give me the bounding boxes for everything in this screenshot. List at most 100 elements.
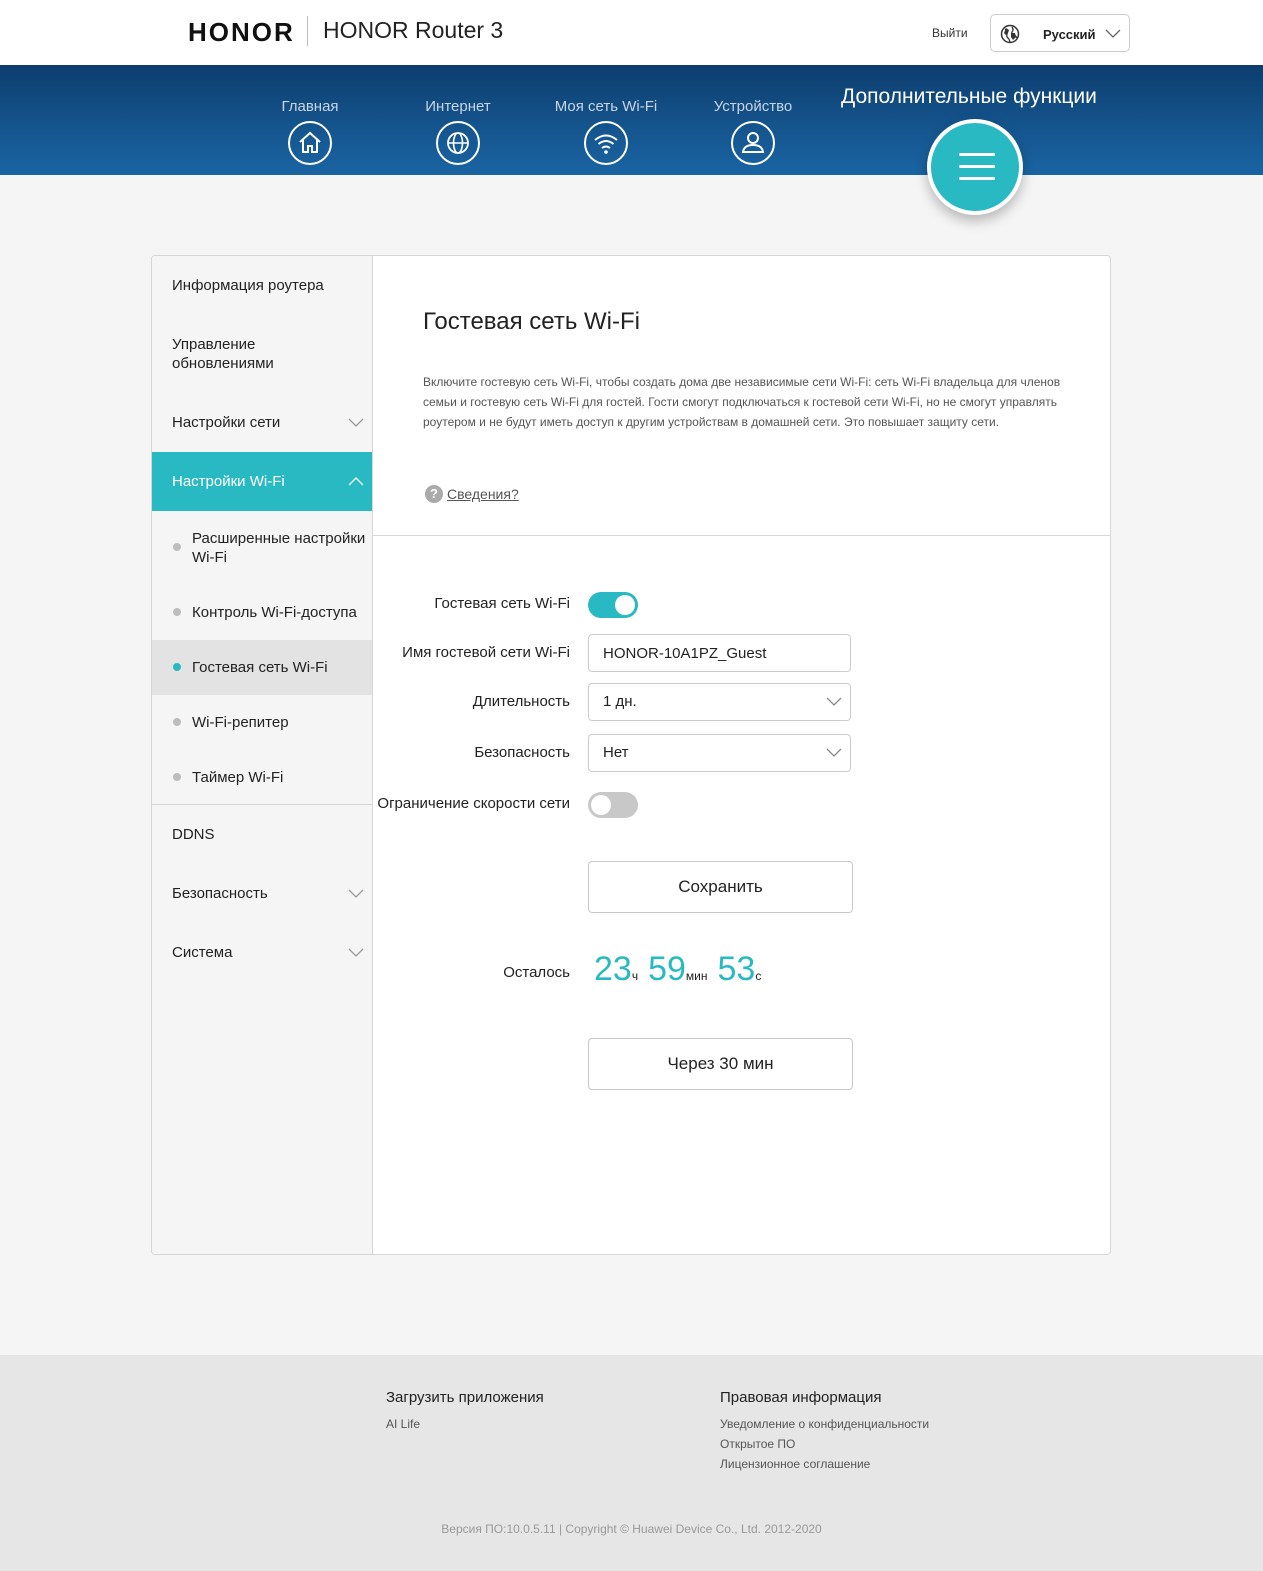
nav-internet-label: Интернет [425, 98, 491, 115]
wifi-icon [584, 121, 628, 165]
sidebar-subitem-wifi-repeater[interactable]: Wi-Fi-репитер [152, 695, 372, 750]
sidebar-item-label: Система [172, 944, 233, 961]
chevron-up-icon [348, 477, 364, 486]
sidebar-item-label: Безопасность [172, 885, 268, 902]
help-icon: ? [425, 485, 443, 503]
countdown-minutes: 59 [648, 950, 686, 988]
duration-label: Длительность [472, 693, 570, 710]
bullet-dot [173, 773, 181, 781]
remaining-label: Осталось [503, 964, 570, 981]
globe-icon [436, 121, 480, 165]
security-value: Нет [603, 744, 629, 761]
nav-device-label: Устройство [713, 98, 793, 115]
sidebar-subitem-advanced-wifi[interactable]: Расширенные настройки Wi-Fi [152, 511, 372, 585]
footer-legal: Правовая информация Уведомление о конфид… [720, 1389, 929, 1474]
save-button[interactable]: Сохранить [588, 861, 853, 913]
bullet-dot [173, 543, 181, 551]
chevron-down-icon [1105, 29, 1121, 38]
chevron-down-icon [348, 889, 364, 898]
sidebar-item-label: Настройки Wi-Fi [172, 473, 285, 490]
language-select[interactable]: Русский [990, 14, 1130, 52]
countdown-hours-unit: ч [631, 969, 639, 983]
security-label: Безопасность [474, 744, 570, 761]
chevron-down-icon [348, 418, 364, 427]
footer: Загрузить приложения AI Life Правовая ин… [0, 1355, 1263, 1571]
chevron-down-icon [826, 748, 842, 757]
sidebar-item-label: Контроль Wi-Fi-доступа [192, 604, 357, 621]
bullet-dot [173, 718, 181, 726]
bullet-dot [173, 608, 181, 616]
countdown-seconds: 53 [717, 950, 756, 988]
bullet-dot [173, 663, 181, 671]
countdown-minutes-unit: мин [685, 969, 708, 983]
sidebar-item-wifi-settings[interactable]: Настройки Wi-Fi [152, 452, 372, 511]
section-divider [373, 535, 1110, 536]
speed-limit-toggle[interactable] [588, 792, 638, 818]
footer-copyright: Версия ПО:10.0.5.11 | Copyright © Huawei… [441, 1522, 822, 1536]
chevron-down-icon [826, 697, 842, 706]
sidebar-subitem-wifi-timer[interactable]: Таймер Wi-Fi [152, 750, 372, 804]
sidebar-item-label: Таймер Wi-Fi [192, 769, 284, 786]
speed-limit-label: Ограничение скорости сети [377, 795, 570, 812]
footer-legal-title: Правовая информация [720, 1389, 882, 1406]
sidebar-item-system[interactable]: Система [152, 923, 372, 982]
main-nav: Главная Интернет Моя сеть Wi-Fi Устройст… [0, 65, 1263, 215]
sidebar-item-update-management[interactable]: Управление обновлениями [152, 315, 372, 393]
sidebar-item-network-settings[interactable]: Настройки сети [152, 393, 372, 452]
sidebar-item-security[interactable]: Безопасность [152, 864, 372, 923]
page-title: Гостевая сеть Wi-Fi [423, 308, 640, 335]
sidebar-item-label: Wi-Fi-репитер [192, 714, 289, 731]
guest-wifi-label: Гостевая сеть Wi-Fi [434, 595, 570, 612]
duration-select[interactable]: 1 дн. [588, 683, 851, 721]
duration-value: 1 дн. [603, 693, 637, 710]
nav-my-wifi-label: Моя сеть Wi-Fi [554, 98, 658, 115]
nav-home-label: Главная [281, 98, 339, 115]
countdown-hours: 23 [594, 950, 632, 988]
sidebar-subitem-guest-wifi[interactable]: Гостевая сеть Wi-Fi [152, 640, 372, 695]
footer-apps-title: Загрузить приложения [386, 1389, 544, 1406]
sidebar-item-label: Гостевая сеть Wi-Fi [192, 659, 328, 676]
nav-my-wifi[interactable]: Моя сеть Wi-Fi [546, 65, 666, 175]
guest-ssid-label: Имя гостевой сети Wi-Fi [402, 644, 570, 661]
home-icon [288, 121, 332, 165]
sidebar-item-router-info[interactable]: Информация роутера [152, 256, 372, 315]
page-description: Включите гостевую сеть Wi-Fi, чтобы созд… [423, 375, 1061, 429]
countdown-seconds-unit: с [755, 969, 762, 983]
toggle-knob [615, 595, 635, 615]
extend-30-min-button[interactable]: Через 30 мин [588, 1038, 853, 1090]
user-icon [731, 121, 775, 165]
settings-panel: Информация роутера Управление обновления… [151, 255, 1111, 1255]
footer-link-ai-life[interactable]: AI Life [386, 1414, 544, 1434]
footer-link-license[interactable]: Лицензионное соглашение [720, 1454, 929, 1474]
footer-link-privacy[interactable]: Уведомление о конфиденциальности [720, 1414, 929, 1434]
brand-divider [307, 16, 308, 46]
language-label: Русский [1043, 27, 1096, 42]
top-bar: HONOR HONOR Router 3 Выйти Русский [0, 0, 1263, 65]
nav-internet[interactable]: Интернет [398, 65, 518, 175]
sidebar-item-label: Управление обновлениями [172, 336, 274, 372]
logout-link[interactable]: Выйти [932, 26, 968, 40]
security-select[interactable]: Нет [588, 734, 851, 772]
product-name: HONOR Router 3 [323, 17, 504, 43]
sidebar-item-ddns[interactable]: DDNS [152, 805, 372, 864]
content-area: Гостевая сеть Wi-Fi Включите гостевую се… [373, 256, 1110, 1254]
footer-apps: Загрузить приложения AI Life [386, 1389, 544, 1434]
guest-ssid-input[interactable] [588, 634, 851, 672]
sidebar-item-label: DDNS [172, 826, 215, 843]
guest-wifi-toggle[interactable] [588, 592, 638, 618]
details-link-label: Сведения? [447, 486, 519, 502]
sidebar-item-label: Расширенные настройки Wi-Fi [192, 530, 366, 566]
nav-advanced-button[interactable] [927, 119, 1023, 215]
sidebar-item-label: Настройки сети [172, 414, 281, 431]
sidebar-subitem-wifi-access-control[interactable]: Контроль Wi-Fi-доступа [152, 585, 372, 640]
nav-advanced-label: Дополнительные функции [841, 85, 1097, 108]
sidebar: Информация роутера Управление обновления… [152, 256, 373, 1254]
footer-link-open-source[interactable]: Открытое ПО [720, 1434, 929, 1454]
nav-home[interactable]: Главная [250, 65, 370, 175]
chevron-down-icon [348, 948, 364, 957]
brand-logo: HONOR [188, 17, 295, 47]
nav-device[interactable]: Устройство [693, 65, 813, 175]
globe-icon [1000, 24, 1020, 44]
toggle-knob [591, 795, 611, 815]
countdown: 23ч 59мин 53с [594, 950, 771, 989]
